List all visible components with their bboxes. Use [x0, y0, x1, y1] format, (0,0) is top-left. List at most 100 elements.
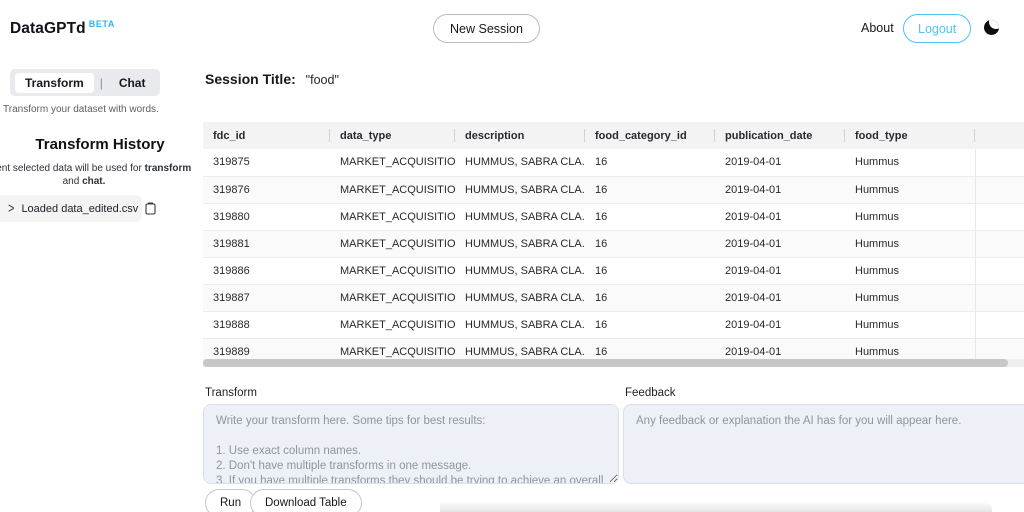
table-cell-empty [975, 257, 1024, 284]
feedback-panel-label: Feedback [625, 387, 676, 399]
table-cell: 16 [585, 149, 715, 176]
beta-badge: BETA [89, 19, 115, 29]
session-title-label: Session Title: [205, 71, 296, 87]
app-logo: DataGPTdBETA [10, 19, 115, 38]
transform-history-title: Transform History [0, 136, 200, 153]
table-cell: 2019-04-01 [715, 203, 845, 230]
scrollbar-thumb[interactable] [203, 359, 1008, 367]
loaded-file-label: Loaded data_edited.csv [21, 203, 138, 215]
transform-input[interactable] [203, 404, 619, 484]
table-row: 319880MARKET_ACQUISITIONHUMMUS, SABRA CL… [203, 203, 1024, 230]
table-cell: Hummus [845, 176, 975, 203]
download-table-button[interactable]: Download Table [250, 489, 362, 512]
table-cell: 319876 [203, 176, 330, 203]
table-cell: HUMMUS, SABRA CLA... [455, 149, 585, 176]
column-header: publication_date [715, 122, 845, 149]
table-cell-empty [975, 203, 1024, 230]
table-row: 319886MARKET_ACQUISITIONHUMMUS, SABRA CL… [203, 257, 1024, 284]
table-cell: Hummus [845, 230, 975, 257]
table-cell-empty [975, 230, 1024, 257]
tab-transform[interactable]: Transform [15, 73, 94, 93]
table-cell: HUMMUS, SABRA CLA... [455, 176, 585, 203]
table-cell: 2019-04-01 [715, 338, 845, 359]
chevron-right-icon[interactable]: > [8, 201, 14, 217]
clipboard-icon[interactable] [145, 202, 156, 215]
table-row: 319888MARKET_ACQUISITIONHUMMUS, SABRA CL… [203, 311, 1024, 338]
table-cell: MARKET_ACQUISITION [330, 230, 455, 257]
table-cell: HUMMUS, SABRA CLA... [455, 311, 585, 338]
table-row: 319889MARKET_ACQUISITIONHUMMUS, SABRA CL… [203, 338, 1024, 359]
table-cell-empty [975, 311, 1024, 338]
column-header: food_category_id [585, 122, 715, 149]
table-cell: 16 [585, 230, 715, 257]
table-horizontal-scrollbar [203, 359, 1024, 367]
session-title: Session Title: "food" [205, 71, 339, 87]
table-cell: HUMMUS, SABRA CLA... [455, 257, 585, 284]
table-cell: HUMMUS, SABRA CLA... [455, 230, 585, 257]
table-cell: 319875 [203, 149, 330, 176]
tab-chat[interactable]: Chat [109, 73, 156, 93]
table-cell: MARKET_ACQUISITION [330, 257, 455, 284]
table-cell: Hummus [845, 149, 975, 176]
table-cell: 319880 [203, 203, 330, 230]
table-cell: MARKET_ACQUISITION [330, 149, 455, 176]
table-cell: 16 [585, 338, 715, 359]
table-cell: 16 [585, 284, 715, 311]
table-cell: 2019-04-01 [715, 230, 845, 257]
session-title-value: "food" [306, 73, 339, 87]
tab-separator: | [100, 76, 103, 90]
app-window: DataGPTdBETA New Session About Logout Tr… [0, 0, 1024, 512]
sidebar-tab-group: Transform | Chat [10, 69, 160, 96]
table-cell: 319887 [203, 284, 330, 311]
logout-button[interactable]: Logout [903, 14, 971, 43]
table-cell: MARKET_ACQUISITION [330, 338, 455, 359]
table-cell: 319886 [203, 257, 330, 284]
table-row: 319887MARKET_ACQUISITIONHUMMUS, SABRA CL… [203, 284, 1024, 311]
table-row: 319875MARKET_ACQUISITIONHUMMUS, SABRA CL… [203, 149, 1024, 176]
column-header: food_type [845, 122, 975, 149]
table-cell: 2019-04-01 [715, 149, 845, 176]
table-cell: 319889 [203, 338, 330, 359]
table-cell: MARKET_ACQUISITION [330, 284, 455, 311]
table-cell: HUMMUS, SABRA CLA... [455, 284, 585, 311]
table-cell: HUMMUS, SABRA CLA... [455, 338, 585, 359]
sidebar-caption: Transform your dataset with words. [3, 104, 159, 115]
dark-mode-toggle-moon-icon[interactable] [984, 20, 999, 35]
table-cell: 2019-04-01 [715, 284, 845, 311]
table-cell: 319888 [203, 311, 330, 338]
table-cell: 16 [585, 257, 715, 284]
sidebar-note: Current selected data will be used for t… [0, 162, 210, 188]
bottom-scroll-shade [440, 501, 992, 512]
column-header: fdc_id [203, 122, 330, 149]
table-cell-empty [975, 176, 1024, 203]
table-cell-empty [975, 284, 1024, 311]
table-cell: MARKET_ACQUISITION [330, 176, 455, 203]
column-header-empty [975, 122, 1024, 149]
column-header: description [455, 122, 585, 149]
table-cell: Hummus [845, 311, 975, 338]
new-session-button[interactable]: New Session [433, 14, 540, 43]
table-row: 319881MARKET_ACQUISITIONHUMMUS, SABRA CL… [203, 230, 1024, 257]
table-cell-empty [975, 338, 1024, 359]
table-cell: Hummus [845, 338, 975, 359]
about-button[interactable]: About [861, 21, 894, 35]
table-cell: 319881 [203, 230, 330, 257]
table-cell: MARKET_ACQUISITION [330, 311, 455, 338]
transform-panel-label: Transform [205, 387, 257, 399]
table-header-row: fdc_iddata_typedescriptionfood_category_… [203, 122, 1024, 149]
table-cell: 2019-04-01 [715, 176, 845, 203]
column-header: data_type [330, 122, 455, 149]
table-cell: 2019-04-01 [715, 311, 845, 338]
table-cell: Hummus [845, 203, 975, 230]
table-cell: Hummus [845, 257, 975, 284]
table-cell: Hummus [845, 284, 975, 311]
table-cell: HUMMUS, SABRA CLA... [455, 203, 585, 230]
table-cell-empty [975, 149, 1024, 176]
table-cell: MARKET_ACQUISITION [330, 203, 455, 230]
run-button[interactable]: Run [205, 489, 256, 512]
data-table: fdc_iddata_typedescriptionfood_category_… [203, 122, 1024, 359]
table-cell: 16 [585, 311, 715, 338]
loaded-file-item[interactable]: > Loaded data_edited.csv [0, 195, 142, 222]
feedback-output: Any feedback or explanation the AI has f… [623, 404, 1024, 484]
table-cell: 2019-04-01 [715, 257, 845, 284]
